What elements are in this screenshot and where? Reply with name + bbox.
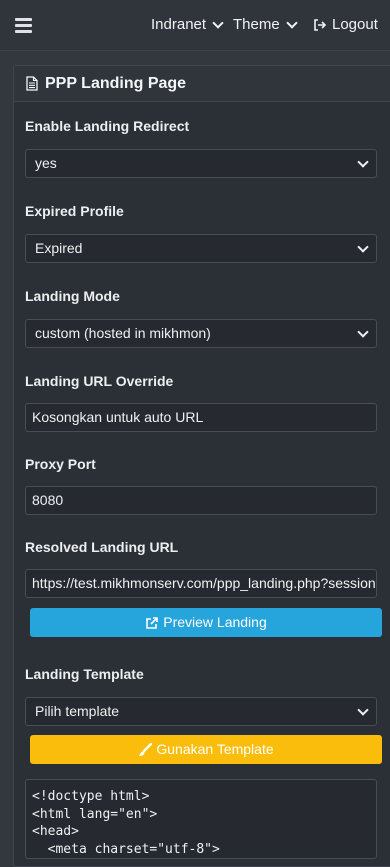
code-line: <meta charset="utf-8"> (32, 841, 220, 857)
url-override-value: Kosongkan untuk auto URL (32, 409, 204, 425)
landing-mode-value: custom (hosted in mikhmon) (35, 325, 211, 341)
use-template-label: Gunakan Template (156, 741, 274, 757)
paint-brush-icon (139, 742, 153, 756)
card-header: PPP Landing Page (14, 66, 390, 102)
landing-mode-select[interactable]: custom (hosted in mikhmon) (25, 319, 377, 348)
card-title: PPP Landing Page (45, 75, 187, 92)
expired-profile-label: Expired Profile (25, 203, 124, 219)
preview-landing-label: Preview Landing (163, 614, 267, 630)
proxy-port-value: 8080 (32, 492, 64, 508)
use-template-button[interactable]: Gunakan Template (30, 735, 382, 764)
nav-item-theme-label: Theme (233, 16, 280, 33)
preview-landing-button[interactable]: Preview Landing (30, 608, 382, 637)
document-icon (26, 76, 38, 91)
code-line: <head> (32, 824, 79, 839)
landing-template-select[interactable]: Pilih template (25, 697, 377, 726)
logout-label: Logout (332, 16, 378, 33)
proxy-port-label: Proxy Port (25, 456, 96, 472)
chevron-down-icon (286, 16, 298, 29)
chevron-down-icon (357, 156, 369, 168)
enable-redirect-label: Enable Landing Redirect (25, 118, 190, 134)
chevron-down-icon (357, 704, 369, 716)
nav-item-theme[interactable]: Theme (233, 16, 298, 33)
resolved-url-label: Resolved Landing URL (25, 539, 179, 555)
external-link-icon (146, 616, 159, 629)
resolved-url-value: https://test.mikhmonserv.com/ppp_landing… (32, 575, 377, 591)
expired-profile-value: Expired (35, 240, 83, 256)
chevron-down-icon (212, 16, 224, 29)
enable-redirect-value: yes (35, 155, 57, 171)
url-override-label: Landing URL Override (25, 373, 174, 389)
landing-template-value: Pilih template (35, 703, 120, 719)
top-navbar: Indranet Theme Logout (0, 0, 390, 51)
hamburger-menu-icon[interactable] (15, 17, 32, 33)
code-line: <html lang="en"> (32, 806, 158, 822)
expired-profile-select[interactable]: Expired (25, 234, 377, 263)
chevron-down-icon (357, 241, 369, 253)
template-code-editor[interactable]: <!doctype html> <html lang="en"> <head> <m… (25, 779, 377, 859)
logout-link[interactable]: Logout (313, 16, 378, 33)
resolved-url-input[interactable]: https://test.mikhmonserv.com/ppp_landing… (25, 569, 377, 598)
code-line: <!doctype html> (32, 789, 150, 804)
nav-item-indranet-label: Indranet (151, 16, 207, 33)
landing-mode-label: Landing Mode (25, 288, 120, 304)
landing-template-label: Landing Template (25, 666, 144, 682)
sign-out-icon (314, 18, 327, 31)
proxy-port-input[interactable]: 8080 (25, 486, 377, 515)
enable-redirect-select[interactable]: yes (25, 149, 377, 178)
url-override-input[interactable]: Kosongkan untuk auto URL (25, 403, 377, 432)
chevron-down-icon (357, 326, 369, 338)
nav-item-indranet[interactable]: Indranet (151, 16, 224, 33)
